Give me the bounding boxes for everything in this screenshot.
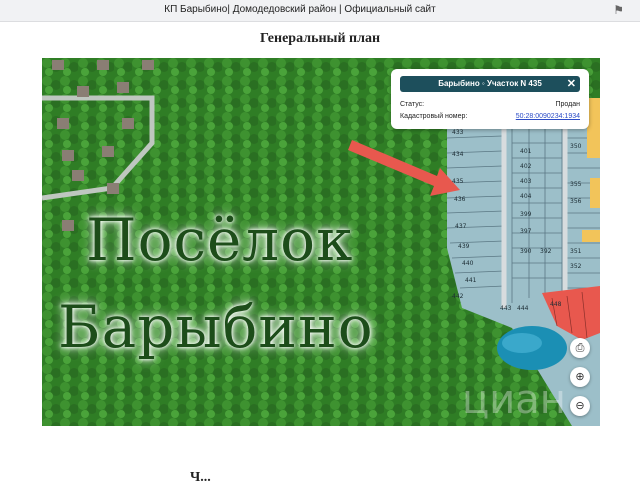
close-icon[interactable]: ✕ (567, 76, 576, 92)
plot-label-441[interactable]: 441 (465, 277, 477, 284)
status-label: Статус: (400, 101, 425, 108)
master-plan-map[interactable]: 433 434 435 436 437 439 440 441 442 443 … (42, 58, 600, 426)
cadastral-label: Кадастровый номер: (400, 113, 468, 120)
plot-label-355[interactable]: 355 (570, 181, 582, 188)
plot-label-436[interactable]: 436 (454, 196, 466, 203)
print-icon[interactable]: ⎙ (570, 338, 590, 358)
plot-label-399[interactable]: 399 (520, 211, 532, 218)
plot-label-351[interactable]: 351 (570, 248, 582, 255)
bookmark-icon[interactable]: ⚑ (613, 3, 624, 17)
cadastral-link[interactable]: 50:28:0090234:1934 (516, 113, 580, 120)
plot-label-440[interactable]: 440 (462, 260, 474, 267)
plot-label-350[interactable]: 350 (570, 143, 582, 150)
plot-label-444[interactable]: 444 (517, 305, 529, 312)
footer-partial-text: Ч... (190, 470, 211, 485)
plot-label-448[interactable]: 448 (550, 301, 562, 308)
plot-label-356[interactable]: 356 (570, 198, 582, 205)
plot-label-439[interactable]: 439 (458, 243, 470, 250)
plot-label-433[interactable]: 433 (452, 129, 464, 136)
plot-label-403[interactable]: 403 (520, 178, 532, 185)
map-title-line2: Барыбино (58, 293, 374, 361)
status-value: Продан (555, 101, 580, 108)
watermark: циан (462, 377, 566, 423)
map-title-line1: Посёлок (86, 206, 354, 274)
plot-label-402[interactable]: 402 (520, 163, 532, 170)
page-title: Генеральный план (259, 31, 381, 46)
zoom-out-icon[interactable]: ⊖ (570, 396, 590, 416)
plot-label-434[interactable]: 434 (452, 151, 464, 158)
plot-label-397[interactable]: 397 (520, 228, 532, 235)
plot-label-442[interactable]: 442 (452, 293, 464, 300)
plot-label-435[interactable]: 435 (452, 178, 464, 185)
plot-info-popup: Барыбино ◦ Участок N 435 ✕ Статус: Прода… (391, 69, 589, 129)
plot-label-392[interactable]: 392 (540, 248, 552, 255)
popup-header: Барыбино ◦ Участок N 435 ✕ (400, 76, 580, 92)
zoom-in-icon[interactable]: ⊕ (570, 367, 590, 387)
tab-title[interactable]: КП Барыбино| Домодедовский район | Офици… (0, 4, 600, 15)
popup-title: Барыбино ◦ Участок N 435 (438, 79, 542, 88)
plot-label-443[interactable]: 443 (500, 305, 512, 312)
browser-tab-bar: КП Барыбино| Домодедовский район | Офици… (0, 0, 640, 22)
plot-label-390[interactable]: 390 (520, 248, 532, 255)
plot-label-404[interactable]: 404 (520, 193, 532, 200)
plot-label-401[interactable]: 401 (520, 148, 532, 155)
plot-label-437[interactable]: 437 (455, 223, 467, 230)
plot-label-352[interactable]: 352 (570, 263, 582, 270)
